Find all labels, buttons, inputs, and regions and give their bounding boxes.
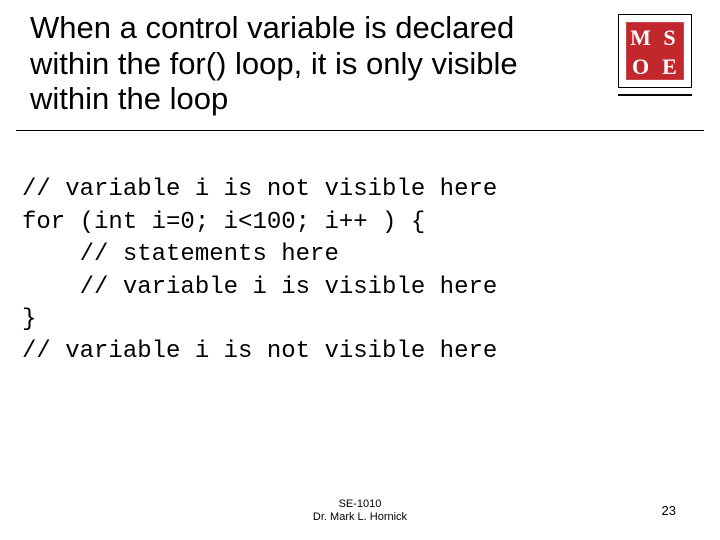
code-line: for (int i=0; i<100; i++ ) { [22, 209, 425, 236]
title-divider [16, 130, 704, 131]
code-line: } [22, 306, 36, 333]
code-block: // variable i is not visible here for (i… [22, 142, 497, 401]
footer-author: Dr. Mark L. Hornick [0, 511, 720, 524]
logo-letter-o: O [632, 56, 649, 78]
code-line: // variable i is visible here [22, 274, 497, 301]
footer: SE-1010 Dr. Mark L. Hornick [0, 498, 720, 524]
msoe-logo: M S O E [618, 14, 692, 88]
code-line: // statements here [22, 241, 339, 268]
slide-title: When a control variable is declared with… [30, 10, 590, 117]
code-line: // variable i is not visible here [22, 338, 497, 365]
page-number: 23 [662, 503, 676, 518]
slide: When a control variable is declared with… [0, 0, 720, 540]
logo-frame: M S O E [618, 14, 692, 88]
logo-underline [618, 94, 692, 96]
logo-letter-s: S [663, 27, 675, 49]
footer-course: SE-1010 [0, 498, 720, 511]
logo-letter-e: E [662, 56, 677, 78]
code-line: // variable i is not visible here [22, 176, 497, 203]
logo-letter-m: M [630, 27, 651, 49]
logo-grid: M S O E [626, 22, 684, 80]
